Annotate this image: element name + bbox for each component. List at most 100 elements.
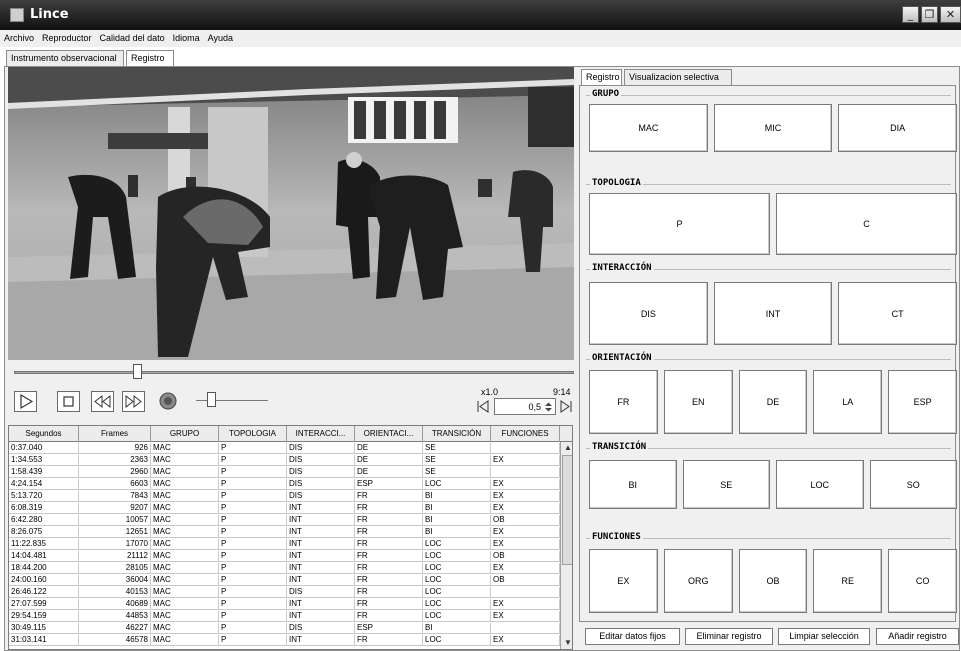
table-cell: LOC: [423, 611, 491, 622]
anadir-registro-button[interactable]: Añadir registro: [876, 628, 959, 645]
table-row[interactable]: 1:34.553 2363 MAC P DIS DE SE EX: [9, 455, 560, 466]
table-row[interactable]: 6:08.319 9207 MAC P INT FR BI EX: [9, 503, 560, 514]
tab-instrumento-observacional[interactable]: Instrumento observacional: [6, 50, 124, 66]
play-icon[interactable]: [14, 391, 37, 412]
code-button-en[interactable]: EN: [663, 370, 733, 434]
code-button-ct[interactable]: CT: [838, 282, 957, 345]
table-cell: BI: [423, 503, 491, 514]
code-button-mic[interactable]: MIC: [713, 104, 833, 152]
menu-ayuda[interactable]: Ayuda: [204, 30, 237, 43]
eliminar-registro-button[interactable]: Eliminar registro: [685, 628, 773, 645]
limpiar-seleccion-button[interactable]: Limpiar selección: [778, 628, 870, 645]
col-funciones[interactable]: FUNCIONES: [491, 426, 560, 442]
volume-thumb[interactable]: [207, 392, 216, 407]
table-row[interactable]: 5:13.720 7843 MAC P DIS FR BI EX: [9, 491, 560, 502]
table-row[interactable]: 11:22.835 17070 MAC P INT FR LOC EX: [9, 539, 560, 550]
table-cell: DE: [355, 443, 423, 454]
table-cell: P: [219, 515, 287, 526]
code-button-dis[interactable]: DIS: [589, 282, 708, 345]
scroll-down-icon[interactable]: ▼: [562, 638, 572, 649]
code-button-mac[interactable]: MAC: [589, 104, 708, 152]
code-button-de[interactable]: DE: [738, 370, 808, 434]
col-topologia[interactable]: TOPOLOGIA: [219, 426, 287, 442]
speed-label: x1.0: [481, 387, 499, 397]
menu-reproductor[interactable]: Reproductor: [38, 30, 96, 43]
table-row[interactable]: 6:42.280 10057 MAC P INT FR BI OB: [9, 515, 560, 526]
table-cell: INT: [287, 527, 355, 538]
table-row[interactable]: 8:26.075 12651 MAC P INT FR BI EX: [9, 527, 560, 538]
table-cell: MAC: [151, 491, 219, 502]
editar-datos-fijos-button[interactable]: Editar datos fijos: [585, 628, 680, 645]
code-button-se[interactable]: SE: [682, 460, 770, 509]
col-grupo[interactable]: GRUPO: [151, 426, 219, 442]
frame-start-icon[interactable]: [476, 399, 490, 414]
tab-visualizacion-selectiva[interactable]: Visualizacion selectiva: [624, 69, 732, 85]
table-cell: INT: [287, 503, 355, 514]
col-transicion[interactable]: TRANSICIÓN: [423, 426, 491, 442]
code-button-esp[interactable]: ESP: [888, 370, 957, 434]
seek-track[interactable]: [14, 371, 574, 374]
table-cell: 46227: [79, 623, 151, 634]
table-row[interactable]: 29:54.159 44853 MAC P INT FR LOC EX: [9, 611, 560, 622]
app-icon: [10, 8, 24, 22]
col-segundos[interactable]: Segundos: [9, 426, 79, 442]
scroll-up-icon[interactable]: ▲: [562, 443, 572, 454]
col-interaccion[interactable]: INTERACCI...: [287, 426, 355, 442]
frame-end-icon[interactable]: [559, 399, 573, 414]
col-orientacion[interactable]: ORIENTACI...: [355, 426, 423, 442]
table-row[interactable]: 1:58.439 2960 MAC P DIS DE SE: [9, 467, 560, 478]
table-cell: LOC: [423, 479, 491, 490]
table-row[interactable]: 4:24.154 6603 MAC P DIS ESP LOC EX: [9, 479, 560, 490]
rewind-icon[interactable]: [91, 391, 114, 412]
code-button-p[interactable]: P: [589, 193, 770, 255]
code-button-re[interactable]: RE: [813, 549, 883, 613]
table-cell: 14:04.481: [9, 551, 79, 562]
close-icon[interactable]: ✕: [940, 6, 961, 23]
group-label: ORIENTACIÓN: [590, 353, 654, 363]
tab-registro-right[interactable]: Registro: [581, 69, 622, 86]
seek-thumb[interactable]: [133, 364, 142, 379]
table-cell: 6603: [79, 479, 151, 490]
code-button-loc[interactable]: LOC: [776, 460, 864, 509]
scroll-thumb[interactable]: [562, 455, 572, 565]
fast-forward-icon[interactable]: [122, 391, 145, 412]
code-button-so[interactable]: SO: [869, 460, 957, 509]
group-label: FUNCIONES: [590, 532, 643, 542]
tab-registro[interactable]: Registro: [126, 50, 174, 67]
group-label: INTERACCIÓN: [590, 263, 654, 273]
table-row[interactable]: 31:03.141 46578 MAC P INT FR LOC EX: [9, 635, 560, 646]
code-button-org[interactable]: ORG: [663, 549, 733, 613]
code-button-bi[interactable]: BI: [589, 460, 677, 509]
maximize-icon[interactable]: ❐: [921, 6, 938, 23]
table-row[interactable]: 26:46.122 40153 MAC P DIS FR LOC: [9, 587, 560, 598]
table-row[interactable]: 27:07.599 40689 MAC P INT FR LOC EX: [9, 599, 560, 610]
volume-icon[interactable]: [158, 391, 179, 412]
code-button-dia[interactable]: DIA: [838, 104, 957, 152]
step-spinner[interactable]: 0,5: [494, 398, 556, 415]
stop-icon[interactable]: [57, 391, 80, 412]
table-row[interactable]: 0:37.040 926 MAC P DIS DE SE: [9, 443, 560, 454]
table-row[interactable]: 14:04.481 21112 MAC P INT FR LOC OB: [9, 551, 560, 562]
menu-calidad-del-dato[interactable]: Calidad del dato: [96, 30, 169, 43]
table-cell: 2960: [79, 467, 151, 478]
col-frames[interactable]: Frames: [79, 426, 151, 442]
table-cell: MAC: [151, 479, 219, 490]
table-cell: [491, 623, 560, 634]
table-scrollbar[interactable]: ▲ ▼: [560, 442, 572, 649]
table-cell: EX: [491, 455, 560, 466]
code-button-fr[interactable]: FR: [589, 370, 658, 434]
code-button-c[interactable]: C: [776, 193, 957, 255]
code-button-int[interactable]: INT: [713, 282, 833, 345]
code-button-co[interactable]: CO: [888, 549, 957, 613]
code-button-la[interactable]: LA: [813, 370, 883, 434]
menu-idioma[interactable]: Idioma: [169, 30, 204, 43]
table-row[interactable]: 18:44.200 28105 MAC P INT FR LOC EX: [9, 563, 560, 574]
table-row[interactable]: 24:00.160 36004 MAC P INT FR LOC OB: [9, 575, 560, 586]
table-cell: ESP: [355, 623, 423, 634]
code-button-ob[interactable]: OB: [738, 549, 808, 613]
table-cell: 10057: [79, 515, 151, 526]
minimize-icon[interactable]: _: [902, 6, 919, 23]
code-button-ex[interactable]: EX: [589, 549, 658, 613]
table-row[interactable]: 30:49.115 46227 MAC P DIS ESP BI: [9, 623, 560, 634]
menu-archivo[interactable]: Archivo: [0, 30, 38, 43]
